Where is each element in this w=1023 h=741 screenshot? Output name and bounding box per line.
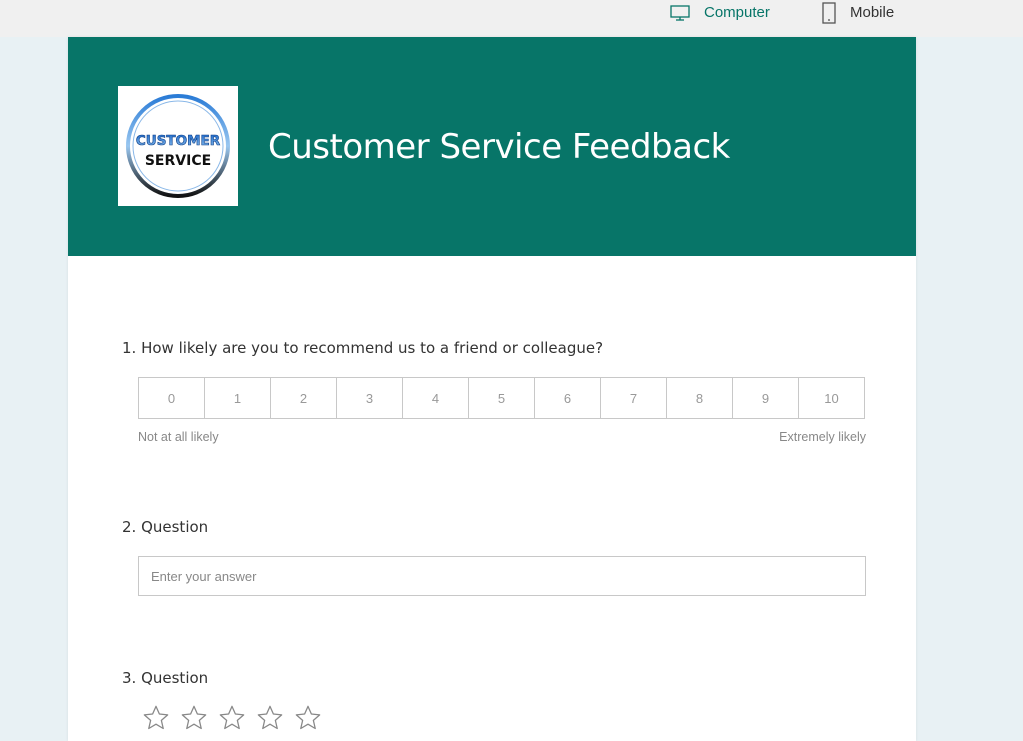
- nps-option[interactable]: 3: [337, 378, 403, 418]
- form-header: CUSTOMER SERVICE Customer Service Feedba…: [68, 37, 916, 256]
- nps-option[interactable]: 7: [601, 378, 667, 418]
- scale-low-label: Not at all likely: [138, 430, 219, 444]
- mobile-phone-icon: [822, 1, 836, 24]
- nps-option[interactable]: 2: [271, 378, 337, 418]
- nps-option[interactable]: 4: [403, 378, 469, 418]
- answer-input[interactable]: [138, 556, 866, 596]
- star-icon[interactable]: [142, 704, 170, 732]
- nps-option[interactable]: 6: [535, 378, 601, 418]
- customer-service-logo-icon: CUSTOMER SERVICE: [126, 94, 230, 198]
- nps-option[interactable]: 8: [667, 378, 733, 418]
- nps-option[interactable]: 1: [205, 378, 271, 418]
- computer-view-toggle[interactable]: Computer: [670, 0, 770, 25]
- star-icon[interactable]: [256, 704, 284, 732]
- question-2-title: 2. Question: [122, 518, 209, 536]
- scale-high-label: Extremely likely: [779, 430, 866, 444]
- question-1-title: 1. How likely are you to recommend us to…: [122, 339, 604, 357]
- nps-rating-scale: 0 1 2 3 4 5 6 7 8 9 10: [138, 377, 865, 419]
- nps-option[interactable]: 9: [733, 378, 799, 418]
- nps-option[interactable]: 0: [139, 378, 205, 418]
- form-card: CUSTOMER SERVICE Customer Service Feedba…: [68, 37, 916, 741]
- star-icon[interactable]: [294, 704, 322, 732]
- computer-label: Computer: [704, 4, 770, 21]
- nps-option[interactable]: 5: [469, 378, 535, 418]
- form-title: Customer Service Feedback: [268, 127, 730, 167]
- question-3-title: 3. Question: [122, 669, 209, 687]
- logo-line2: SERVICE: [145, 153, 211, 169]
- star-rating: [142, 704, 322, 732]
- nps-option[interactable]: 10: [799, 378, 864, 418]
- mobile-view-toggle[interactable]: Mobile: [822, 0, 894, 25]
- monitor-icon: [670, 4, 690, 21]
- top-bar: Computer Mobile: [0, 0, 1023, 37]
- logo-line1: CUSTOMER: [136, 133, 221, 149]
- star-icon[interactable]: [180, 704, 208, 732]
- star-icon[interactable]: [218, 704, 246, 732]
- form-logo: CUSTOMER SERVICE: [118, 86, 238, 206]
- mobile-label: Mobile: [850, 4, 895, 21]
